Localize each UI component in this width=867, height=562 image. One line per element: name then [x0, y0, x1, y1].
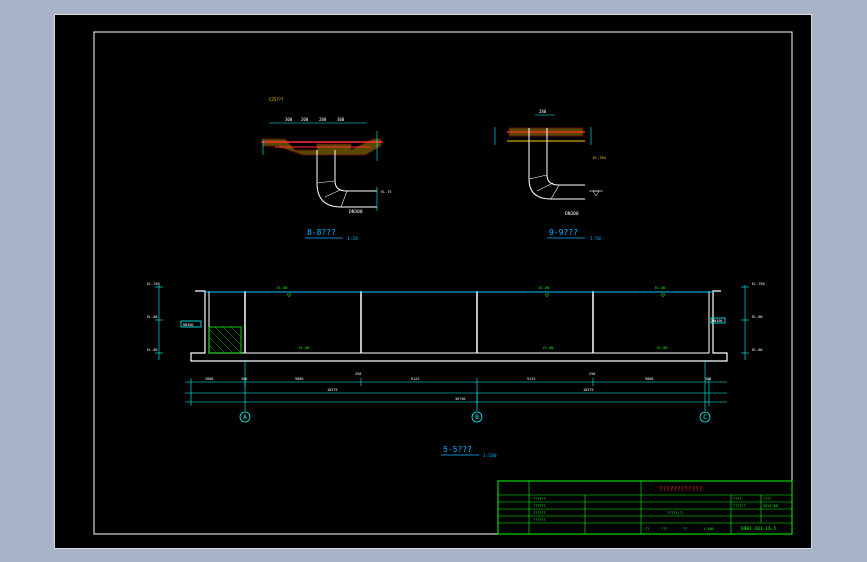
section-8-title: 8-8??? — [307, 228, 336, 237]
left-elev-2: EL.80 — [147, 315, 158, 319]
section-9-title: 9-9??? — [549, 228, 578, 237]
tb-right-4: 2014.08 — [763, 504, 778, 508]
span-2: 300 — [241, 377, 247, 381]
inner-frame — [93, 31, 793, 535]
section-9-drawing: 280 EL.750 DN300 9-9??? 1:50 — [494, 109, 606, 242]
tb-left-2: ?????? — [533, 504, 546, 508]
tb-right-1: ???? — [733, 497, 741, 501]
water-elev-2: EL.80 — [539, 286, 550, 290]
section-8-drawing: C25??? 300 200 280 300 DN300 EL.75 8-8??… — [261, 97, 392, 242]
axis-a-label: A — [243, 414, 247, 421]
tb-bottom-4: 1:100 — [703, 527, 714, 531]
span-mid-2: 18375 — [583, 388, 594, 392]
section-8-scale: 1:20 — [347, 236, 358, 242]
tb-bottom-3: ?? — [683, 527, 687, 531]
tb-right-2: ?????? — [733, 504, 746, 508]
section-8-dim-3: 280 — [319, 117, 327, 122]
cad-canvas: C25??? 300 200 280 300 DN300 EL.75 8-8??… — [93, 31, 793, 535]
drawing-sheet: C25??? 300 200 280 300 DN300 EL.75 8-8??… — [54, 14, 812, 549]
section-5-scale: 1:100 — [483, 453, 497, 459]
tb-left-3: ?????? — [533, 511, 546, 515]
span-7: 250 — [589, 372, 595, 376]
span-1: 2800 — [205, 377, 213, 381]
tb-bottom-2: ??? — [661, 527, 667, 531]
section-9-elev: EL.750 — [593, 156, 606, 160]
section-8-dim-4: 300 — [337, 117, 345, 122]
span-8: 9000 — [645, 377, 653, 381]
section-8-note: C25??? — [269, 97, 284, 102]
span-3: 9000 — [295, 377, 303, 381]
water-elev-3: EL.80 — [655, 286, 666, 290]
bottom-elev-3: EL.80 — [657, 346, 668, 350]
bottom-elev-2: EL.80 — [543, 346, 554, 350]
span-total: 36750 — [455, 397, 466, 401]
tb-bottom-1: ?? — [645, 527, 649, 531]
span-4: 250 — [355, 372, 361, 376]
section-8-dim-2: 200 — [301, 117, 309, 122]
section-5-drawing: EL.750 EL.80 EL.80 EL.750 EL.80 EL.80 EL… — [147, 282, 765, 459]
section-9-pipe-label: DN300 — [565, 211, 579, 217]
span-5: 9125 — [411, 377, 419, 381]
right-elev-3: EL.80 — [752, 348, 763, 352]
title-block: ???????????? ?????? ?????? ?????? ??????… — [497, 480, 793, 535]
section-5-title: 5-5??? — [443, 445, 472, 454]
axis-c-label: C — [703, 414, 707, 421]
outlet-label: DN300 — [712, 319, 723, 323]
axis-b-label: B — [475, 414, 479, 421]
section-8-elev: EL.75 — [381, 190, 392, 194]
section-9-dim: 280 — [539, 109, 547, 114]
section-8-pipe-label: DN300 — [349, 209, 363, 215]
right-elev-1: EL.750 — [752, 282, 765, 286]
left-elev-1: EL.750 — [147, 282, 160, 286]
right-elev-2: EL.80 — [752, 315, 763, 319]
water-elev-1: EL.80 — [277, 286, 288, 290]
span-mid-1: 18375 — [327, 388, 338, 392]
span-6: 9125 — [527, 377, 535, 381]
tb-drawing-no: 09B1-301-16-5 — [741, 526, 777, 532]
tb-left-1: ?????? — [533, 497, 546, 501]
inlet-label: DN300 — [183, 323, 194, 327]
tb-mid-label: ?????(?) — [667, 511, 684, 515]
title-block-project: ???????????? — [659, 486, 703, 493]
span-9: 300 — [705, 377, 711, 381]
section-8-dim-1: 300 — [285, 117, 293, 122]
tb-left-4: ?????? — [533, 518, 546, 522]
left-elev-3: EL.80 — [147, 348, 158, 352]
tb-right-3: ???? — [763, 497, 771, 501]
section-9-scale: 1:50 — [590, 236, 601, 242]
bottom-elev-1: EL.80 — [299, 346, 310, 350]
